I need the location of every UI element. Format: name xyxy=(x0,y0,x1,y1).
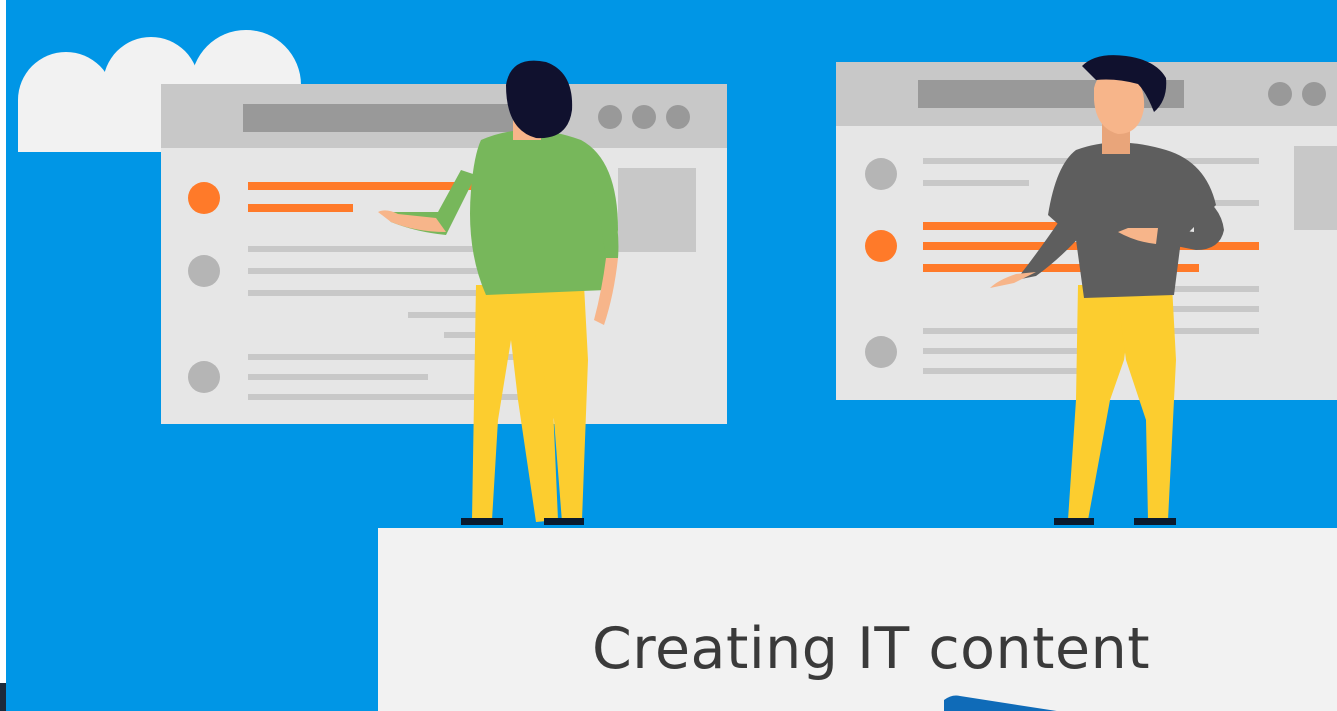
list-bullet xyxy=(188,361,220,393)
window-dot xyxy=(1268,82,1292,106)
window-dot xyxy=(632,105,656,129)
hero-illustration: Creating IT content xyxy=(6,0,1337,711)
list-bullet xyxy=(188,255,220,287)
arrow-icon xyxy=(944,695,1057,711)
list-bullet-active xyxy=(188,182,220,214)
address-bar xyxy=(243,104,543,132)
caption-title: Creating IT content xyxy=(592,616,1151,682)
list-bullet-active xyxy=(865,230,897,262)
caption-card: Creating IT content xyxy=(378,528,1337,711)
edge-strip xyxy=(0,683,6,711)
list-bullet xyxy=(865,336,897,368)
window-dot xyxy=(598,105,622,129)
list-bullet xyxy=(865,158,897,190)
browser-window-left xyxy=(161,84,727,424)
window-dot xyxy=(1302,82,1326,106)
window-dot xyxy=(666,105,690,129)
